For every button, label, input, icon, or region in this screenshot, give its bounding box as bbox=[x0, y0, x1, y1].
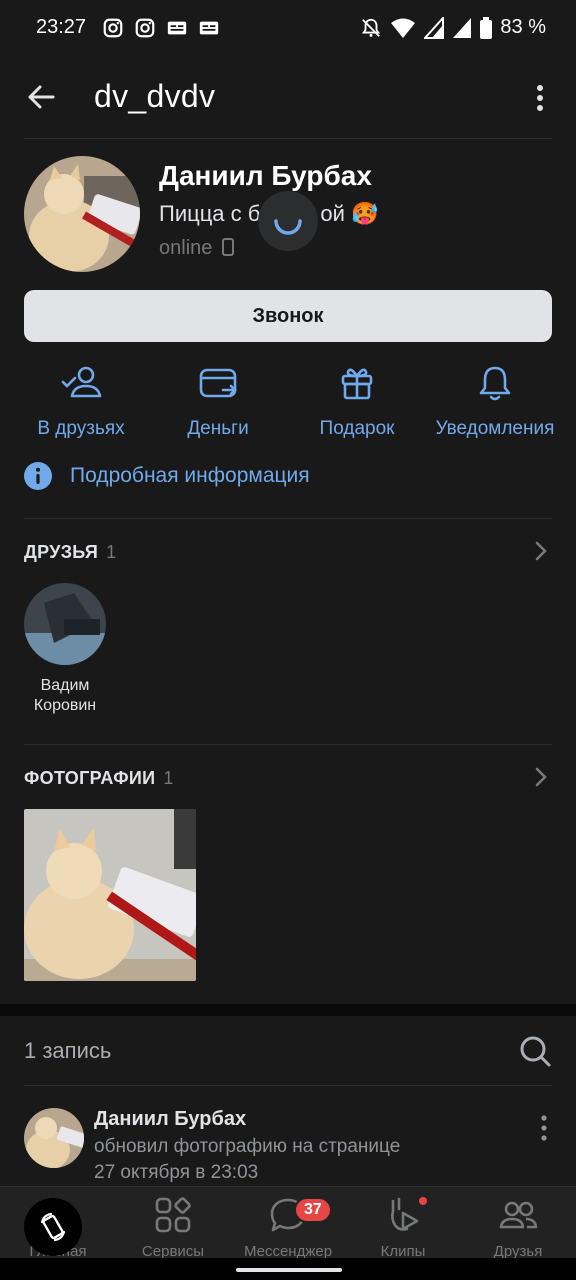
new-clips-dot bbox=[419, 1197, 427, 1205]
gmail-icon bbox=[199, 21, 219, 35]
photo-thumbnail[interactable] bbox=[24, 809, 196, 981]
action-friends[interactable]: В друзьях bbox=[11, 362, 151, 440]
details-link[interactable]: Подробная информация bbox=[24, 462, 310, 490]
status-emoji: 🥵 bbox=[351, 201, 379, 226]
chevron-right-icon[interactable] bbox=[534, 540, 548, 562]
action-label: Деньги bbox=[187, 418, 249, 439]
online-label: online bbox=[159, 237, 213, 259]
action-notifications[interactable]: Уведомления bbox=[425, 362, 565, 440]
posts-divider bbox=[24, 1085, 552, 1086]
more-vertical-icon[interactable] bbox=[528, 84, 552, 112]
gmail-icon bbox=[167, 21, 187, 35]
section-divider bbox=[24, 744, 552, 745]
rotate-icon bbox=[40, 1212, 66, 1242]
action-money[interactable]: Деньги bbox=[148, 362, 288, 440]
action-label: Подарок bbox=[319, 418, 395, 439]
bell-off-icon bbox=[362, 18, 381, 37]
bottom-navigation: Главная Сервисы Мессенджер 37 Клипы Друз… bbox=[0, 1186, 576, 1260]
instagram-icon bbox=[135, 18, 155, 38]
clips-icon bbox=[391, 1197, 419, 1231]
nav-clips[interactable]: Клипы bbox=[345, 1195, 461, 1260]
post-action-text: обновил фотографию на странице bbox=[94, 1136, 401, 1157]
online-status: online bbox=[159, 237, 234, 260]
section-divider bbox=[24, 518, 552, 519]
back-arrow-icon[interactable] bbox=[26, 82, 56, 112]
info-icon bbox=[24, 462, 52, 490]
friend-avatar[interactable] bbox=[24, 583, 106, 665]
bell-icon bbox=[479, 366, 511, 401]
friends-count: 1 bbox=[106, 542, 117, 562]
photos-header[interactable]: ФОТОГРАФИИ 1 bbox=[24, 768, 173, 789]
battery-percent: 83 % bbox=[500, 16, 546, 38]
chevron-right-icon[interactable] bbox=[534, 766, 548, 788]
photos-count: 1 bbox=[163, 768, 174, 788]
user-check-icon bbox=[61, 366, 102, 398]
instagram-icon bbox=[103, 18, 123, 38]
post-more-icon[interactable] bbox=[538, 1114, 550, 1142]
post-author-name[interactable]: Даниил Бурбах bbox=[94, 1108, 246, 1131]
nav-services[interactable]: Сервисы bbox=[115, 1195, 231, 1260]
post-author-avatar[interactable] bbox=[24, 1108, 84, 1168]
signal-icon bbox=[424, 16, 445, 39]
unread-badge: 37 bbox=[294, 1197, 332, 1223]
header-divider bbox=[24, 138, 552, 139]
search-icon[interactable] bbox=[518, 1034, 552, 1068]
details-link-label: Подробная информация bbox=[70, 464, 310, 487]
nav-messenger[interactable]: Мессенджер 37 bbox=[230, 1195, 346, 1260]
photos-title: ФОТОГРАФИИ bbox=[24, 768, 156, 788]
screen-rotate-button[interactable] bbox=[24, 1198, 82, 1256]
services-icon bbox=[155, 1197, 191, 1233]
signal-icon bbox=[453, 17, 472, 38]
card-transfer-icon bbox=[199, 368, 237, 398]
friend-name[interactable]: Вадим Коровин bbox=[10, 676, 120, 716]
friends-title: ДРУЗЬЯ bbox=[24, 542, 99, 562]
gift-icon bbox=[341, 368, 373, 400]
home-gesture-bar[interactable] bbox=[236, 1268, 342, 1272]
post-date: 27 октября в 23:03 bbox=[94, 1162, 259, 1183]
loading-spinner bbox=[258, 191, 318, 251]
status-right: 83 % bbox=[360, 16, 546, 39]
action-label: В друзьях bbox=[37, 418, 125, 439]
action-label: Уведомления bbox=[435, 418, 555, 439]
section-separator bbox=[0, 1004, 576, 1016]
friends-icon bbox=[499, 1201, 538, 1229]
friends-header[interactable]: ДРУЗЬЯ 1 bbox=[24, 542, 116, 563]
page-title: dv_dvdv bbox=[94, 78, 216, 114]
battery-icon bbox=[480, 16, 493, 39]
profile-status-text-tail: ой bbox=[320, 201, 345, 226]
mobile-phone-icon bbox=[221, 238, 234, 256]
status-time: 23:27 bbox=[36, 16, 87, 38]
profile-name: Даниил Бурбах bbox=[159, 160, 372, 191]
action-gift[interactable]: Подарок bbox=[287, 362, 427, 440]
status-notification-icons bbox=[102, 17, 220, 39]
profile-avatar[interactable] bbox=[24, 156, 140, 272]
call-button[interactable]: Звонок bbox=[24, 290, 552, 342]
profile-status-text: Пицца с б bbox=[159, 201, 261, 226]
wifi-icon bbox=[391, 18, 416, 38]
nav-friends[interactable]: Друзья bbox=[460, 1195, 576, 1260]
posts-count: 1 запись bbox=[24, 1038, 112, 1063]
